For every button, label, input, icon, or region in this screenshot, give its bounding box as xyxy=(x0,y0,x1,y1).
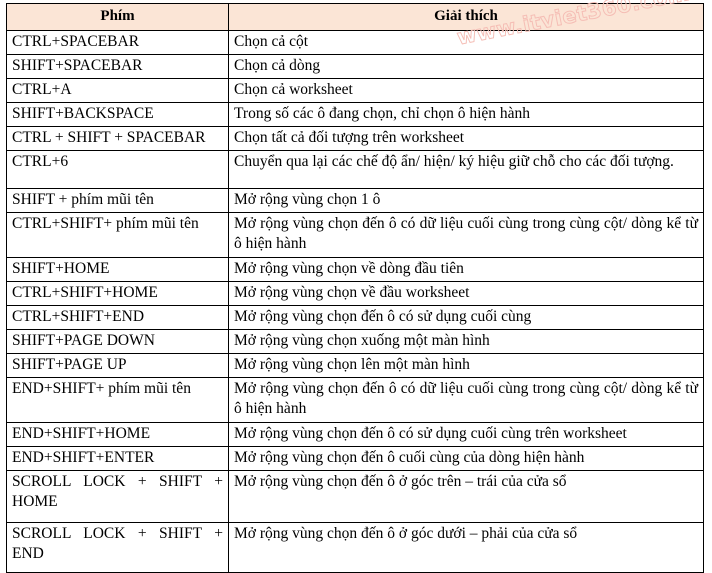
shortcuts-table: Phím Giải thích CTRL+SPACEBAR Chọn cả cộ… xyxy=(6,3,704,573)
cell-description: Trong số các ô đang chọn, chỉ chọn ô hiệ… xyxy=(228,101,704,128)
cell-key: CTRL+A xyxy=(6,77,229,103)
cell-description: Chọn cả worksheet xyxy=(228,77,704,103)
table-row: SCROLL LOCK + SHIFT + HOME Mở rộng vùng … xyxy=(6,469,704,523)
cell-key: SCROLL LOCK + SHIFT + END xyxy=(6,521,229,573)
cell-key: END+SHIFT+HOME xyxy=(6,421,229,447)
cell-key: SHIFT + phím mũi tên xyxy=(6,188,229,214)
table-row: CTRL+A Chọn cả worksheet xyxy=(6,77,704,103)
cell-key: CTRL+SHIFT+END xyxy=(6,304,229,331)
cell-description: Mở rộng vùng chọn đến ô có dữ liệu cuối … xyxy=(228,377,704,423)
table-row: CTRL+SPACEBAR Chọn cả cột xyxy=(6,29,704,55)
cell-key: SHIFT+BACKSPACE xyxy=(6,101,229,128)
cell-description: Chọn cả cột xyxy=(228,29,704,55)
cell-key: SHIFT+PAGE DOWN xyxy=(6,329,229,355)
cell-description: Chọn tất cả đối tượng trên worksheet xyxy=(228,126,704,152)
cell-description: Mở rộng vùng chọn đến ô có sử dụng cuối … xyxy=(228,421,704,447)
table-row: END+SHIFT+HOME Mở rộng vùng chọn đến ô c… xyxy=(6,421,704,447)
cell-key: CTRL+SHIFT+HOME xyxy=(6,280,229,306)
cell-key: SHIFT+HOME xyxy=(6,256,229,282)
cell-key: END+SHIFT+ENTER xyxy=(6,445,229,471)
cell-description: Chuyển qua lại các chế độ ẩn/ hiện/ ký h… xyxy=(228,150,704,190)
cell-description: Mở rộng vùng chọn đến ô có dữ liệu cuối … xyxy=(228,212,704,258)
table-row: SHIFT+SPACEBAR Chọn cả dòng xyxy=(6,53,704,79)
cell-key: END+SHIFT+ phím mũi tên xyxy=(6,377,229,423)
table-row: SHIFT+BACKSPACE Trong số các ô đang chọn… xyxy=(6,101,704,128)
table-row: END+SHIFT+ phím mũi tên Mở rộng vùng chọ… xyxy=(6,377,704,423)
cell-description: Mở rộng vùng chọn đến ô ở góc dưới – phả… xyxy=(228,521,704,573)
cell-description: Mở rộng vùng chọn về đầu worksheet xyxy=(228,280,704,306)
table-row: SHIFT+PAGE UP Mở rộng vùng chọn lên một … xyxy=(6,353,704,379)
cell-description: Mở rộng vùng chọn đến ô có sử dụng cuối … xyxy=(228,304,704,331)
document-page: www.itviet360.com Phím Giải thích CTRL+S… xyxy=(0,0,712,573)
cell-description: Chọn cả dòng xyxy=(228,53,704,79)
cell-key: SHIFT+PAGE UP xyxy=(6,353,229,379)
table-row: CTRL+SHIFT+HOME Mở rộng vùng chọn về đầu… xyxy=(6,280,704,306)
table-row: CTRL+6 Chuyển qua lại các chế độ ẩn/ hiệ… xyxy=(6,150,704,190)
table-header-row: Phím Giải thích xyxy=(6,3,704,31)
cell-description: Mở rộng vùng chọn 1 ô xyxy=(228,188,704,214)
cell-key: SHIFT+SPACEBAR xyxy=(6,53,229,79)
cell-description: Mở rộng vùng chọn xuống một màn hình xyxy=(228,329,704,355)
table-row: SHIFT+PAGE DOWN Mở rộng vùng chọn xuống … xyxy=(6,329,704,355)
cell-key: CTRL + SHIFT + SPACEBAR xyxy=(6,126,229,152)
cell-description: Mở rộng vùng chọn đến ô ở góc trên – trá… xyxy=(228,469,704,523)
table-row: SCROLL LOCK + SHIFT + END Mở rộng vùng c… xyxy=(6,521,704,573)
cell-key: CTRL+SHIFT+ phím mũi tên xyxy=(6,212,229,258)
table-row: SHIFT+HOME Mở rộng vùng chọn về dòng đầu… xyxy=(6,256,704,282)
cell-key: SCROLL LOCK + SHIFT + HOME xyxy=(6,469,229,523)
table-row: END+SHIFT+ENTER Mở rộng vùng chọn đến ô … xyxy=(6,445,704,471)
table-row: CTRL+SHIFT+ phím mũi tên Mở rộng vùng ch… xyxy=(6,212,704,258)
cell-description: Mở rộng vùng chọn lên một màn hình xyxy=(228,353,704,379)
cell-description: Mở rộng vùng chọn đến ô cuối cùng của dò… xyxy=(228,445,704,471)
table-row: SHIFT + phím mũi tên Mở rộng vùng chọn 1… xyxy=(6,188,704,214)
table-row: CTRL + SHIFT + SPACEBAR Chọn tất cả đối … xyxy=(6,126,704,152)
table-row: CTRL+SHIFT+END Mở rộng vùng chọn đến ô c… xyxy=(6,304,704,331)
cell-key: CTRL+SPACEBAR xyxy=(6,29,229,55)
cell-key: CTRL+6 xyxy=(6,150,229,190)
cell-description: Mở rộng vùng chọn về dòng đầu tiên xyxy=(228,256,704,282)
column-header-key: Phím xyxy=(6,3,229,31)
column-header-description: Giải thích xyxy=(228,3,704,31)
